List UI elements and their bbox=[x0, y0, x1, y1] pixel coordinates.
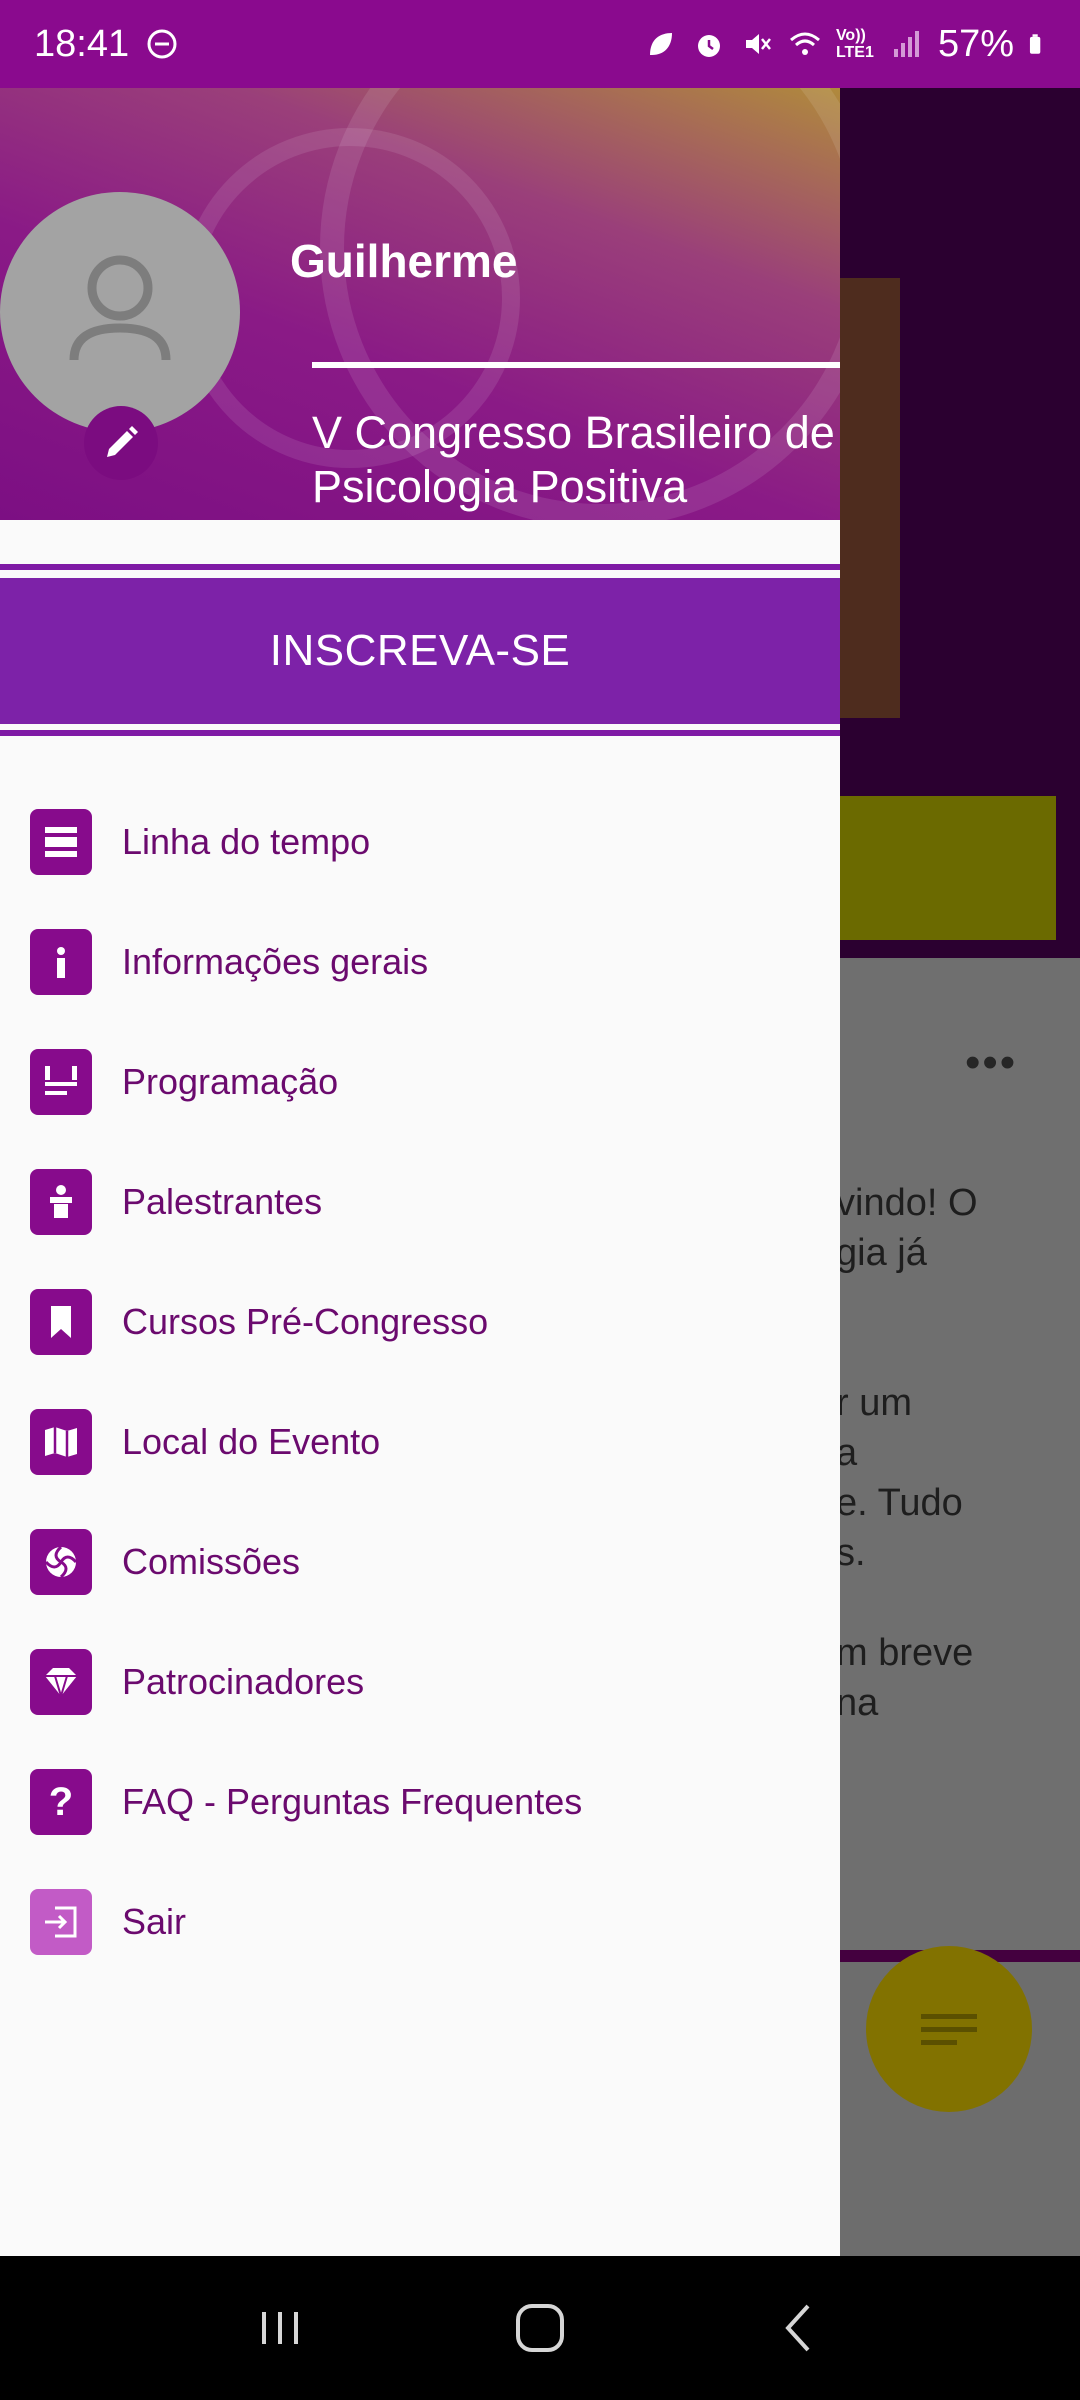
menu-item-event-location[interactable]: Local do Evento bbox=[0, 1382, 840, 1502]
timeline-icon bbox=[30, 809, 92, 875]
signup-section: INSCREVA-SE bbox=[0, 564, 840, 736]
menu-item-sponsors[interactable]: Patrocinadores bbox=[0, 1622, 840, 1742]
menu-item-label: Informações gerais bbox=[122, 941, 429, 982]
menu-item-label: Programação bbox=[122, 1061, 339, 1102]
menu-item-general-info[interactable]: Informações gerais bbox=[0, 902, 840, 1022]
menu-item-label: FAQ - Perguntas Frequentes bbox=[122, 1781, 583, 1822]
header-divider bbox=[312, 362, 840, 368]
home-icon[interactable] bbox=[510, 2298, 570, 2358]
more-options-icon: ••• bbox=[965, 1038, 1018, 1087]
back-icon[interactable] bbox=[770, 2298, 830, 2358]
background-text-block-3: m breve na bbox=[836, 1628, 973, 1728]
signup-button[interactable]: INSCREVA-SE bbox=[0, 578, 840, 724]
background-text-line: vindo! O bbox=[836, 1182, 978, 1224]
question-icon: ? bbox=[30, 1769, 92, 1835]
menu-item-schedule[interactable]: Programação bbox=[0, 1022, 840, 1142]
background-text-line: a bbox=[836, 1432, 858, 1474]
battery-percent: 57% bbox=[937, 22, 1014, 65]
recent-apps-icon[interactable] bbox=[250, 2298, 310, 2358]
menu-item-label: Cursos Pré-Congresso bbox=[122, 1301, 489, 1342]
background-text-line: gia já bbox=[836, 1232, 927, 1274]
divider bbox=[0, 730, 840, 736]
user-icon bbox=[69, 255, 171, 361]
map-icon bbox=[30, 1409, 92, 1475]
logout-icon bbox=[30, 1889, 92, 1955]
background-text-line: na bbox=[836, 1682, 879, 1724]
background-text-line: e. Tudo bbox=[836, 1482, 963, 1524]
background-text-block-2: r um a e. Tudo s. bbox=[836, 1378, 963, 1578]
speaker-icon bbox=[30, 1169, 92, 1235]
diamond-icon bbox=[30, 1649, 92, 1715]
menu-fab-button[interactable] bbox=[866, 1946, 1032, 2112]
bookmark-icon bbox=[30, 1289, 92, 1355]
list-icon bbox=[921, 2006, 977, 2053]
battery-icon bbox=[1029, 34, 1041, 54]
wifi-icon bbox=[789, 32, 820, 55]
menu-item-faq[interactable]: ? FAQ - Perguntas Frequentes bbox=[0, 1742, 840, 1862]
committee-icon bbox=[30, 1529, 92, 1595]
background-text-line: r um bbox=[836, 1382, 912, 1424]
dnd-icon bbox=[147, 29, 177, 59]
background-text-line: s. bbox=[836, 1532, 866, 1574]
drawer-header: Guilherme V Congresso Brasileiro de Psic… bbox=[0, 88, 840, 520]
user-name: Guilherme bbox=[290, 235, 518, 287]
menu-item-label: Sair bbox=[122, 1901, 187, 1942]
menu-item-committees[interactable]: Comissões bbox=[0, 1502, 840, 1622]
menu-item-speakers[interactable]: Palestrantes bbox=[0, 1142, 840, 1262]
alarm-icon bbox=[697, 35, 720, 57]
schedule-icon bbox=[30, 1049, 92, 1115]
menu-item-label: Linha do tempo bbox=[122, 821, 371, 862]
background-button bbox=[820, 796, 1056, 940]
background-text-line: m breve bbox=[836, 1632, 974, 1674]
navigation-drawer: Guilherme V Congresso Brasileiro de Psic… bbox=[0, 88, 840, 2256]
edit-profile-button[interactable] bbox=[84, 406, 158, 480]
menu-item-pre-congress-courses[interactable]: Cursos Pré-Congresso bbox=[0, 1262, 840, 1382]
avatar[interactable] bbox=[0, 192, 240, 432]
menu-item-logout[interactable]: Sair bbox=[0, 1862, 840, 1982]
drawer-menu: Linha do tempo Informações gerais Progra… bbox=[0, 782, 840, 1982]
menu-item-label: Palestrantes bbox=[122, 1181, 323, 1222]
signal-icon bbox=[893, 31, 919, 57]
system-nav-bar bbox=[0, 2256, 1080, 2400]
background-text-block-1: vindo! O gia já bbox=[836, 1178, 978, 1278]
menu-item-label: Local do Evento bbox=[122, 1421, 381, 1462]
network-label: Vo)) LTE1 bbox=[835, 27, 874, 61]
pencil-icon bbox=[107, 426, 138, 457]
menu-item-label: Patrocinadores bbox=[122, 1661, 365, 1702]
status-time: 18:41 bbox=[34, 22, 130, 65]
info-icon bbox=[30, 929, 92, 995]
divider bbox=[0, 564, 840, 570]
mute-icon bbox=[745, 34, 771, 54]
leaf-icon bbox=[649, 33, 672, 55]
menu-item-label: Comissões bbox=[122, 1541, 301, 1582]
event-title: V Congresso Brasileiro de Psicologia Pos… bbox=[312, 407, 835, 512]
status-bar: 18:41 Vo)) LTE1 57% bbox=[0, 0, 1080, 88]
menu-item-timeline[interactable]: Linha do tempo bbox=[0, 782, 840, 902]
